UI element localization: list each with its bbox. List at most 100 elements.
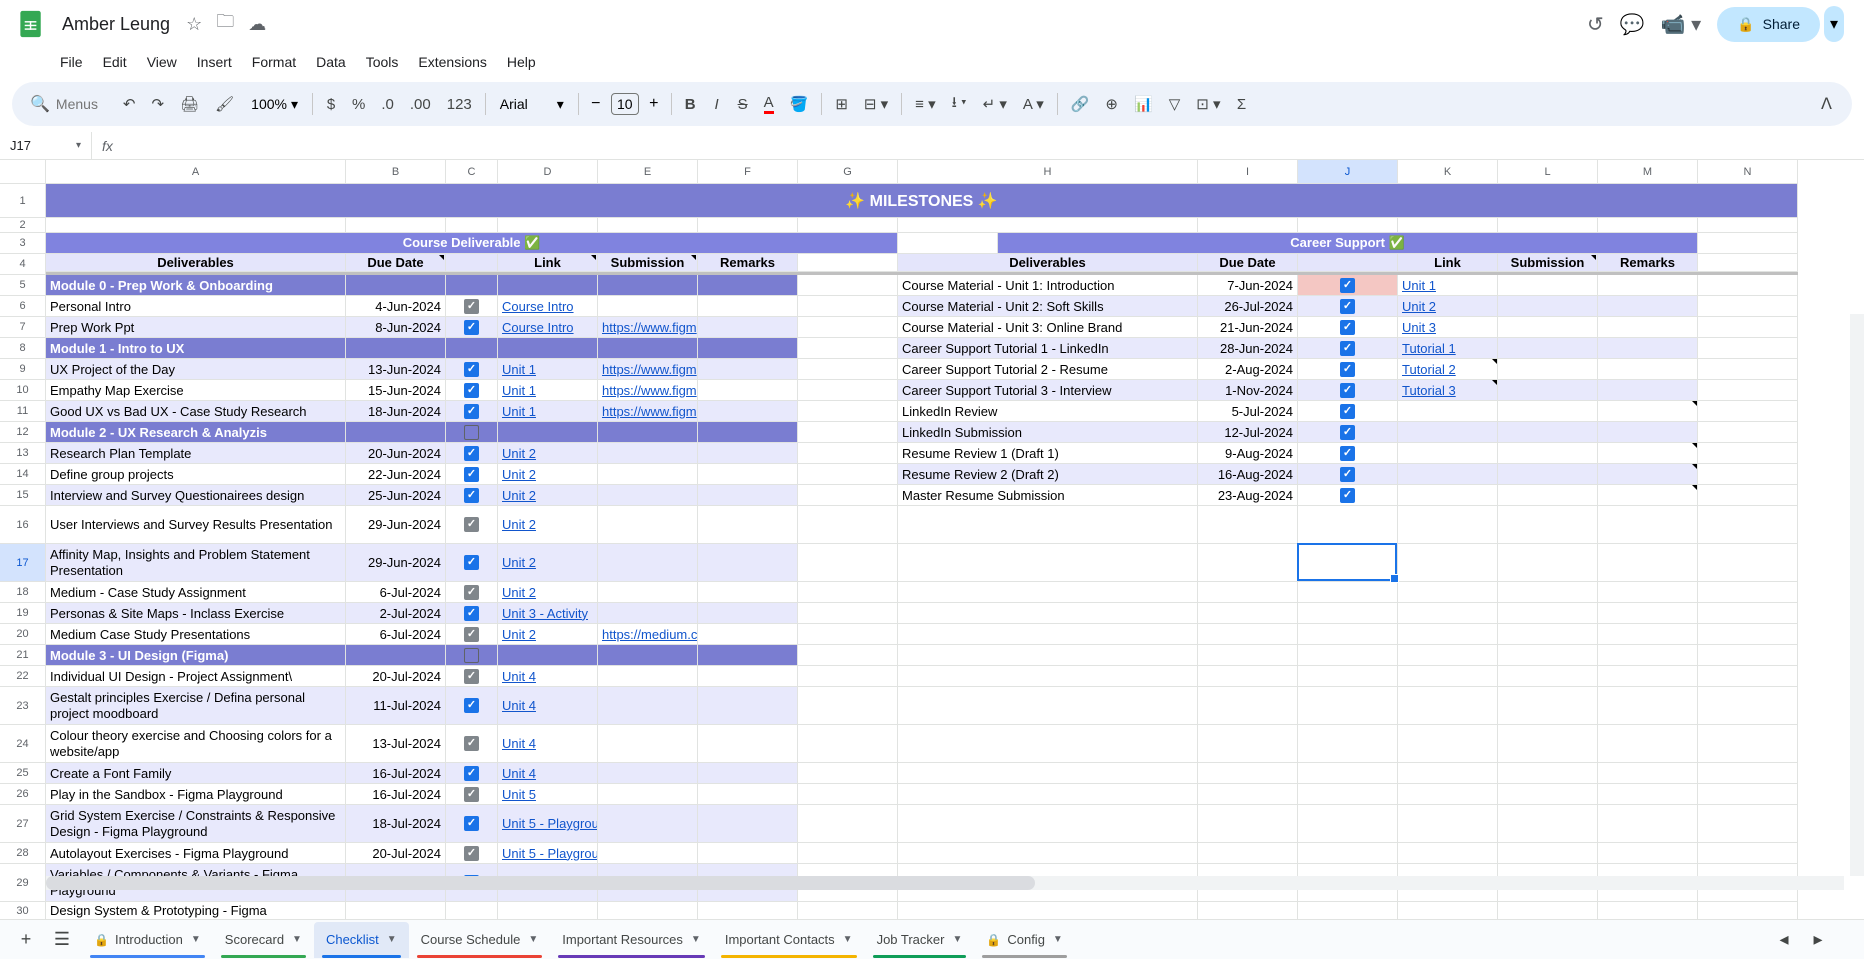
row-header-27[interactable]: 27 — [0, 805, 45, 843]
cell[interactable] — [1398, 485, 1498, 506]
chevron-down-icon[interactable]: ▼ — [528, 934, 538, 945]
increase-font-button[interactable]: + — [643, 93, 665, 115]
cell[interactable] — [1698, 544, 1798, 582]
italic-button[interactable]: I — [705, 91, 729, 118]
cell[interactable]: Link — [1398, 254, 1498, 272]
cell[interactable] — [798, 338, 898, 359]
cell[interactable] — [1498, 506, 1598, 544]
cell[interactable] — [698, 624, 798, 645]
chevron-down-icon[interactable]: ▼ — [292, 934, 302, 945]
menu-help[interactable]: Help — [499, 50, 544, 74]
cell[interactable] — [1698, 843, 1798, 864]
col-header-L[interactable]: L — [1498, 160, 1598, 183]
cell[interactable] — [1698, 254, 1798, 272]
cell[interactable]: Unit 2 — [1398, 296, 1498, 317]
cell[interactable] — [1398, 725, 1498, 763]
percent-button[interactable]: % — [345, 91, 372, 118]
cell[interactable]: Unit 1 — [498, 359, 598, 380]
cell[interactable] — [1298, 687, 1398, 725]
cell[interactable] — [1698, 443, 1798, 464]
cell[interactable] — [798, 485, 898, 506]
col-header-E[interactable]: E — [598, 160, 698, 183]
cell[interactable] — [1598, 805, 1698, 843]
cell[interactable]: 29-Jun-2024 — [346, 544, 446, 582]
cell[interactable]: 4-Jun-2024 — [346, 296, 446, 317]
cell[interactable] — [1398, 687, 1498, 725]
checkbox-icon[interactable] — [1340, 362, 1355, 377]
cell[interactable] — [698, 687, 798, 725]
cell[interactable] — [598, 763, 698, 784]
sheet-tab-important-contacts[interactable]: Important Contacts▼ — [713, 922, 865, 958]
cell[interactable]: Unit 4 — [498, 725, 598, 763]
cell[interactable] — [1298, 401, 1398, 422]
cell[interactable] — [1298, 603, 1398, 624]
cell[interactable]: 2-Aug-2024 — [1198, 359, 1298, 380]
cell[interactable]: Module 2 - UX Research & Analyzis — [46, 422, 346, 443]
cell[interactable] — [1598, 296, 1698, 317]
row-header-14[interactable]: 14 — [0, 464, 45, 485]
cell[interactable]: Unit 4 — [498, 666, 598, 687]
cell[interactable] — [1498, 645, 1598, 666]
cell[interactable] — [598, 902, 698, 920]
cell[interactable] — [898, 725, 1198, 763]
cell[interactable] — [1298, 725, 1398, 763]
cell[interactable] — [798, 902, 898, 920]
cell[interactable] — [446, 603, 498, 624]
cell[interactable] — [598, 338, 698, 359]
cell[interactable] — [1498, 422, 1598, 443]
col-header-M[interactable]: M — [1598, 160, 1698, 183]
checkbox-icon[interactable] — [1340, 278, 1355, 293]
cell[interactable] — [446, 645, 498, 666]
cell[interactable]: Submission — [598, 254, 698, 272]
cell[interactable] — [346, 422, 446, 443]
row-header-29[interactable]: 29 — [0, 864, 45, 902]
cell[interactable]: 20-Jul-2024 — [346, 666, 446, 687]
menu-extensions[interactable]: Extensions — [410, 50, 494, 74]
cell[interactable] — [698, 485, 798, 506]
cell[interactable] — [1198, 582, 1298, 603]
cell[interactable] — [1298, 645, 1398, 666]
cell[interactable] — [1198, 902, 1298, 920]
checkbox-icon[interactable] — [464, 816, 479, 831]
cell[interactable] — [1498, 338, 1598, 359]
cell[interactable]: UX Project of the Day — [46, 359, 346, 380]
cell[interactable]: Play in the Sandbox - Figma Playground — [46, 784, 346, 805]
cell[interactable] — [1698, 317, 1798, 338]
cell[interactable] — [1198, 218, 1298, 233]
cell[interactable] — [698, 603, 798, 624]
cell[interactable] — [446, 582, 498, 603]
checkbox-icon[interactable] — [464, 606, 479, 621]
cell[interactable]: 7-Jun-2024 — [1198, 275, 1298, 296]
cell[interactable] — [1598, 603, 1698, 624]
cell[interactable]: Course Material - Unit 1: Introduction — [898, 275, 1198, 296]
cell[interactable]: 29-Jun-2024 — [346, 506, 446, 544]
cell[interactable] — [1198, 805, 1298, 843]
currency-button[interactable]: $ — [319, 91, 343, 118]
cell[interactable]: Unit 5 — [498, 784, 598, 805]
cell[interactable] — [698, 443, 798, 464]
cell[interactable] — [1698, 763, 1798, 784]
cell[interactable] — [1598, 725, 1698, 763]
cell[interactable] — [446, 805, 498, 843]
fill-color-button[interactable]: 🪣 — [783, 90, 816, 118]
cell[interactable]: 2-Jul-2024 — [346, 603, 446, 624]
checkbox-icon[interactable] — [464, 362, 479, 377]
cell[interactable] — [446, 544, 498, 582]
cell[interactable]: Empathy Map Exercise — [46, 380, 346, 401]
cell[interactable] — [1198, 666, 1298, 687]
cell[interactable] — [1298, 902, 1398, 920]
checkbox-icon[interactable] — [464, 425, 479, 440]
cell[interactable] — [446, 687, 498, 725]
cell[interactable] — [1698, 603, 1798, 624]
cell[interactable]: 16-Aug-2024 — [1198, 464, 1298, 485]
cell[interactable]: Medium - Case Study Assignment — [46, 582, 346, 603]
cell[interactable]: Unit 1 — [1398, 275, 1498, 296]
cell[interactable] — [1598, 544, 1698, 582]
cell[interactable] — [1298, 443, 1398, 464]
cell[interactable] — [1498, 687, 1598, 725]
cell[interactable]: Unit 2 — [498, 443, 598, 464]
cell[interactable] — [898, 666, 1198, 687]
row-header-30[interactable]: 30 — [0, 902, 45, 920]
menu-search-input[interactable] — [56, 96, 106, 112]
cell[interactable] — [1198, 725, 1298, 763]
